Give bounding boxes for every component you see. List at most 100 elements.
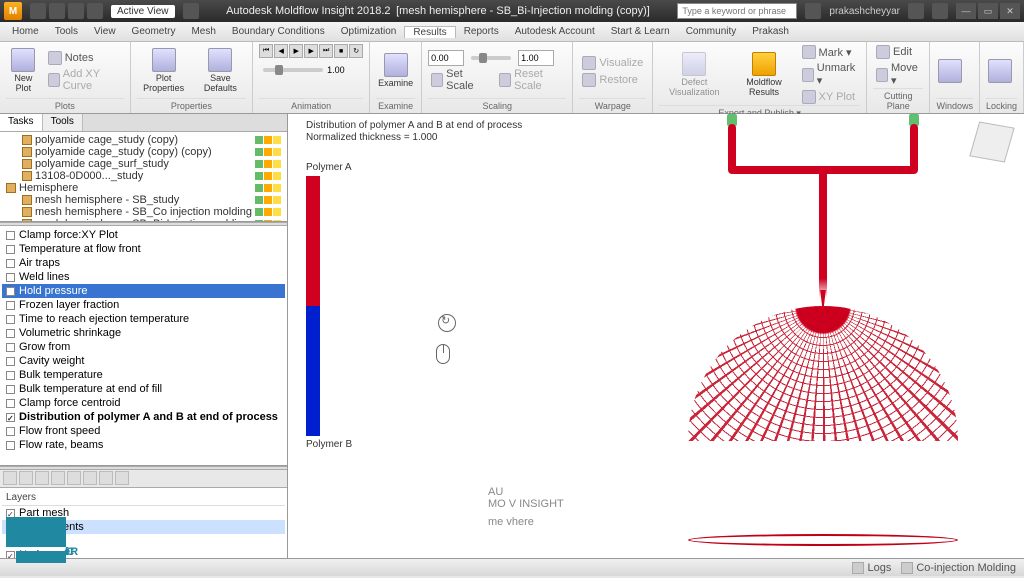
scale-max-input[interactable] bbox=[518, 50, 554, 66]
result-item[interactable]: Cavity weight bbox=[2, 354, 285, 368]
checkbox[interactable] bbox=[6, 301, 15, 310]
menu-optimization[interactable]: Optimization bbox=[333, 26, 405, 37]
tree-item[interactable]: polyamide cage_surf_study bbox=[2, 158, 285, 170]
xy-plot-button[interactable]: XY Plot bbox=[799, 89, 861, 105]
checkbox[interactable] bbox=[6, 509, 15, 518]
menu-view[interactable]: View bbox=[86, 26, 124, 37]
tree-item[interactable]: polyamide cage_study (copy) bbox=[2, 134, 285, 146]
menu-tools[interactable]: Tools bbox=[47, 26, 86, 37]
tree-item[interactable]: mesh hemisphere - SB_Co injection moldin… bbox=[2, 206, 285, 218]
checkbox[interactable] bbox=[6, 231, 15, 240]
result-item[interactable]: Clamp force:XY Plot bbox=[2, 228, 285, 242]
add-xy-curve-button[interactable]: Add XY Curve bbox=[45, 67, 124, 93]
checkbox[interactable] bbox=[6, 273, 15, 282]
checkbox[interactable] bbox=[6, 371, 15, 380]
scale-slider[interactable] bbox=[471, 56, 511, 60]
restore-button-warp[interactable]: Restore bbox=[579, 72, 646, 88]
result-item[interactable]: Weld lines bbox=[2, 270, 285, 284]
active-view-dropdown[interactable]: Active View bbox=[111, 5, 175, 18]
search-input[interactable] bbox=[677, 3, 797, 19]
user-label[interactable]: prakashcheyyar bbox=[829, 6, 900, 17]
anim-first-button[interactable]: ⏮ bbox=[259, 44, 273, 58]
checkbox[interactable] bbox=[6, 287, 15, 296]
new-plot-button[interactable]: New Plot bbox=[6, 46, 41, 96]
unmark-button[interactable]: Unmark ▾ bbox=[799, 61, 861, 88]
help-icon[interactable] bbox=[932, 3, 948, 19]
anim-loop-button[interactable]: ↻ bbox=[349, 44, 363, 58]
qat-undo-icon[interactable] bbox=[68, 3, 84, 19]
tree-item[interactable]: Hemisphere bbox=[2, 182, 285, 194]
checkbox[interactable] bbox=[6, 259, 15, 268]
layer-tool-7[interactable] bbox=[99, 471, 113, 485]
anim-play-button[interactable]: ▶ bbox=[289, 44, 303, 58]
qat-save-icon[interactable] bbox=[49, 3, 65, 19]
layer-tool-4[interactable] bbox=[51, 471, 65, 485]
visualize-button[interactable]: Visualize bbox=[579, 55, 646, 71]
menu-mesh[interactable]: Mesh bbox=[183, 26, 223, 37]
menu-home[interactable]: Home bbox=[4, 26, 47, 37]
close-button[interactable]: ✕ bbox=[1000, 3, 1020, 19]
logs-button[interactable]: Logs bbox=[852, 562, 891, 574]
anim-next-button[interactable]: ▶ bbox=[304, 44, 318, 58]
checkbox[interactable] bbox=[6, 523, 15, 532]
reset-scale-button[interactable]: Reset Scale bbox=[496, 67, 566, 93]
checkbox[interactable] bbox=[6, 441, 15, 450]
qat-redo-icon[interactable] bbox=[87, 3, 103, 19]
result-item[interactable]: Grow from bbox=[2, 340, 285, 354]
tab-tasks[interactable]: Tasks bbox=[0, 114, 43, 131]
cut-move-button[interactable]: Move ▾ bbox=[873, 61, 923, 88]
result-item[interactable]: Distribution of polymer A and B at end o… bbox=[2, 410, 285, 424]
notes-button[interactable]: Notes bbox=[45, 50, 124, 66]
layer-item[interactable]: Part mesh bbox=[2, 506, 285, 520]
tree-item[interactable]: 13108-0D000..._study bbox=[2, 170, 285, 182]
tab-tools[interactable]: Tools bbox=[43, 114, 83, 131]
scale-min-input[interactable] bbox=[428, 50, 464, 66]
cut-edit-button[interactable]: Edit bbox=[873, 44, 923, 60]
menu-boundary-conditions[interactable]: Boundary Conditions bbox=[224, 26, 333, 37]
checkbox[interactable] bbox=[6, 343, 15, 352]
checkbox[interactable] bbox=[6, 551, 15, 559]
viewport-3d[interactable]: Distribution of polymer A and B at end o… bbox=[288, 114, 1024, 558]
layer-tool-5[interactable] bbox=[67, 471, 81, 485]
result-item[interactable]: Frozen layer fraction bbox=[2, 298, 285, 312]
anim-last-button[interactable]: ⏭ bbox=[319, 44, 333, 58]
layer-tool-8[interactable] bbox=[115, 471, 129, 485]
anim-prev-button[interactable]: ◀ bbox=[274, 44, 288, 58]
layer-item[interactable]: Nodes on bbox=[2, 548, 285, 558]
locking-button[interactable] bbox=[986, 57, 1014, 85]
menu-reports[interactable]: Reports bbox=[456, 26, 507, 37]
checkbox[interactable] bbox=[6, 329, 15, 338]
windows-button[interactable] bbox=[936, 57, 964, 85]
layer-tool-6[interactable] bbox=[83, 471, 97, 485]
result-item[interactable]: Time to reach ejection temperature bbox=[2, 312, 285, 326]
layer-tool-1[interactable] bbox=[3, 471, 17, 485]
layer-item[interactable]: Old elements bbox=[2, 520, 285, 534]
result-item[interactable]: Temperature at flow front bbox=[2, 242, 285, 256]
result-item[interactable]: Hold pressure bbox=[2, 284, 285, 298]
checkbox[interactable] bbox=[6, 427, 15, 436]
molding-mode[interactable]: Co-injection Molding bbox=[901, 562, 1016, 574]
minimize-button[interactable]: — bbox=[956, 3, 976, 19]
checkbox[interactable] bbox=[6, 357, 15, 366]
qat-open-icon[interactable] bbox=[30, 3, 46, 19]
restore-button[interactable]: ▭ bbox=[978, 3, 998, 19]
tree-item[interactable]: polyamide cage_study (copy) (copy) bbox=[2, 146, 285, 158]
examine-button[interactable]: Examine bbox=[376, 51, 415, 91]
save-defaults-button[interactable]: Save Defaults bbox=[195, 46, 246, 96]
checkbox[interactable] bbox=[6, 245, 15, 254]
menu-community[interactable]: Community bbox=[678, 26, 745, 37]
menu-results[interactable]: Results bbox=[404, 26, 455, 38]
set-scale-button[interactable]: Set Scale bbox=[428, 67, 488, 93]
result-item[interactable]: Bulk temperature bbox=[2, 368, 285, 382]
layer-tool-2[interactable] bbox=[19, 471, 33, 485]
result-item[interactable]: Flow rate, beams bbox=[2, 438, 285, 452]
menu-geometry[interactable]: Geometry bbox=[124, 26, 184, 37]
qat-misc-icon[interactable] bbox=[183, 3, 199, 19]
exchange-icon[interactable] bbox=[908, 3, 924, 19]
checkbox[interactable] bbox=[6, 413, 15, 422]
checkbox[interactable] bbox=[6, 315, 15, 324]
result-item[interactable]: Air traps bbox=[2, 256, 285, 270]
anim-stop-button[interactable]: ■ bbox=[334, 44, 348, 58]
result-item[interactable]: Clamp force centroid bbox=[2, 396, 285, 410]
menu-autodesk-account[interactable]: Autodesk Account bbox=[507, 26, 603, 37]
